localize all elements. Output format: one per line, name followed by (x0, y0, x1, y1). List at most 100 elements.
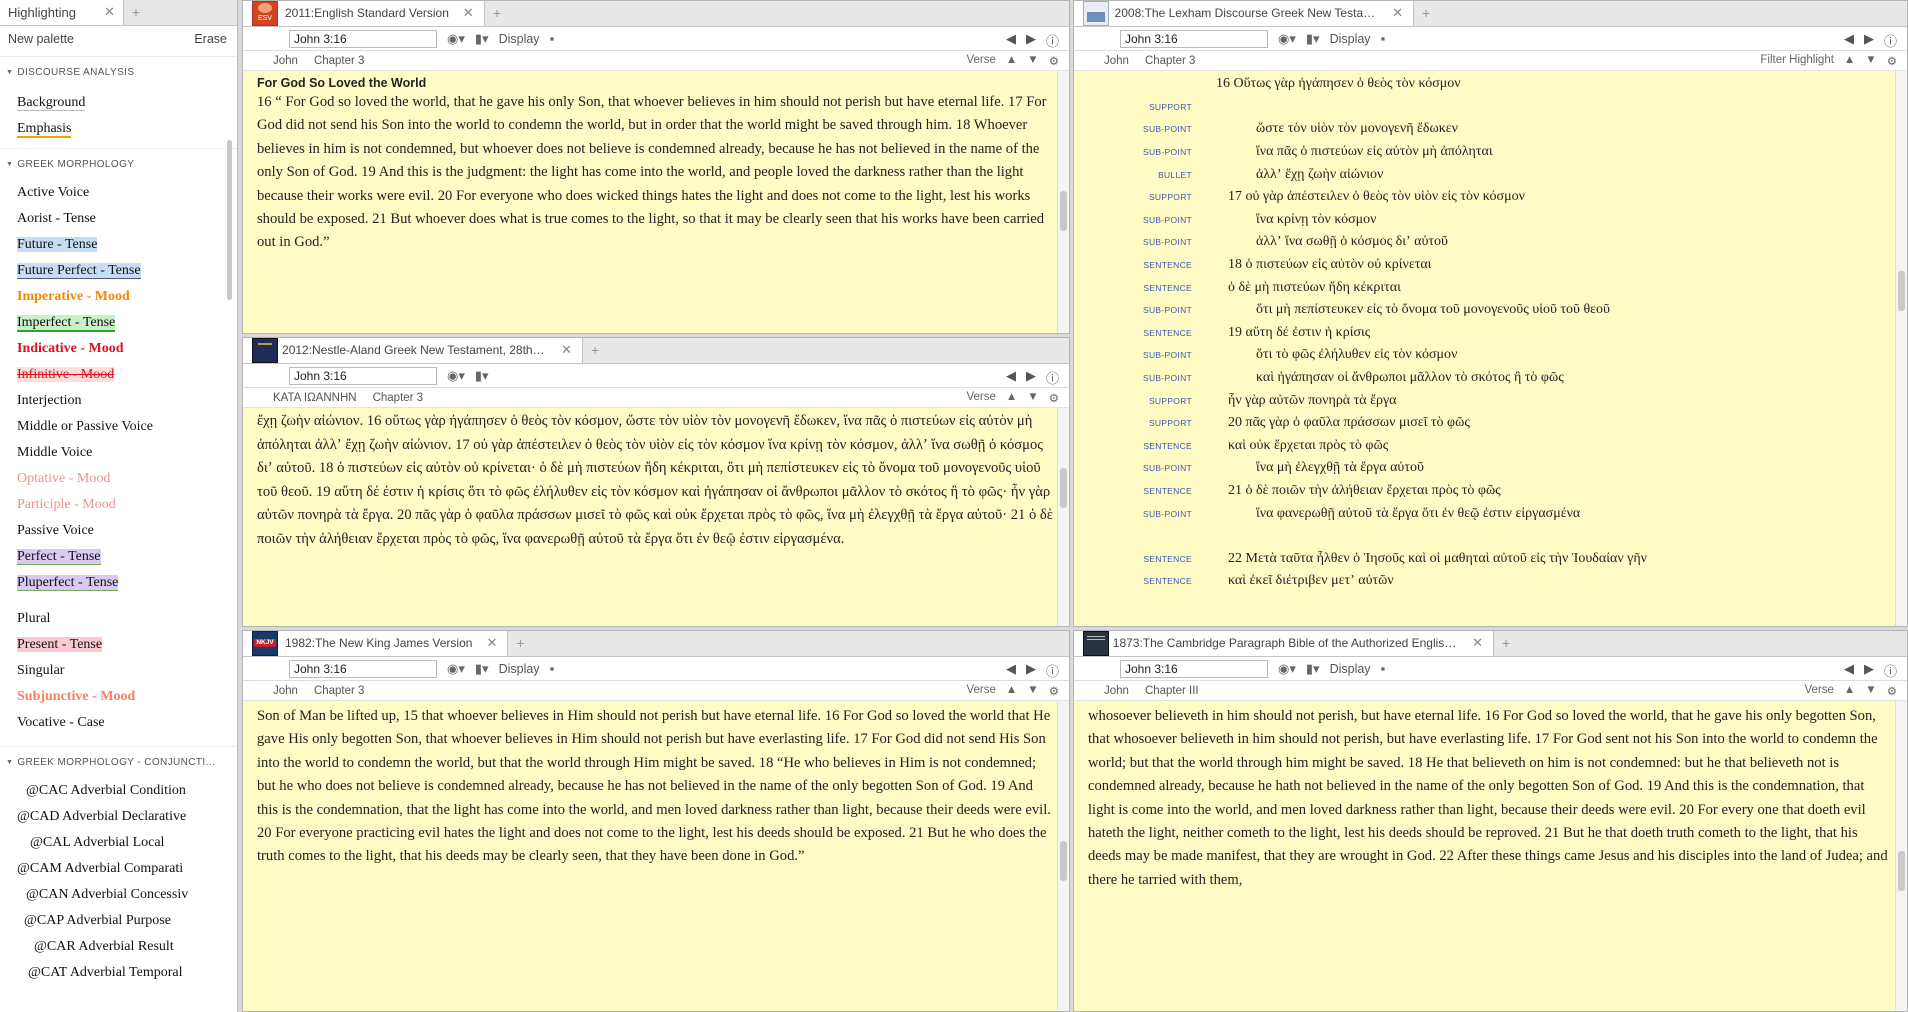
parallel-resources-icon[interactable]: ◉▾ (447, 31, 465, 47)
breadcrumb-book[interactable]: John (273, 55, 298, 67)
parallel-resources-icon[interactable]: ◉▾ (1278, 31, 1296, 47)
panel-menu-icon[interactable]: ▮▾ (475, 368, 489, 384)
discourse-row[interactable]: SENTENCE 21 ὁ δὲ ποιῶν τὴν ἀλήθειαν ἔρχετ… (1074, 480, 1907, 503)
breadcrumb-chapter[interactable]: Chapter 3 (373, 392, 424, 404)
panel-scrollbar[interactable] (1895, 701, 1907, 1011)
back-icon[interactable]: ◀ (1006, 661, 1016, 680)
reference-input[interactable] (1120, 29, 1268, 48)
back-icon[interactable]: ◀ (1844, 31, 1854, 50)
style-item[interactable]: Pluperfect - Tense (0, 570, 237, 596)
info-icon[interactable]: ⓘ (1046, 661, 1059, 680)
close-icon[interactable]: ✕ (486, 635, 497, 651)
style-item[interactable]: Subjunctive - Mood (0, 684, 237, 710)
tab-lexham[interactable]: 2008:The Lexham Discourse Greek New Test… (1074, 1, 1414, 26)
reference-input[interactable] (289, 29, 437, 48)
style-item[interactable]: @CAR Adverbial Result (0, 934, 237, 960)
tab-na28[interactable]: 2012:Nestle-Aland Greek New Testament, 2… (243, 338, 583, 363)
breadcrumb-chapter[interactable]: Chapter III (1145, 685, 1199, 697)
discourse-row[interactable]: 16 Οὕτως γὰρ ἠγάπησεν ὁ θεὸς τὸν κόσμον (1074, 73, 1907, 96)
display-button[interactable]: Display (1330, 32, 1371, 46)
add-tab-icon[interactable]: + (1414, 1, 1438, 26)
breadcrumb-book[interactable]: John (1104, 685, 1129, 697)
forward-icon[interactable]: ▶ (1864, 661, 1874, 680)
forward-icon[interactable]: ▶ (1026, 661, 1036, 680)
close-icon[interactable]: ✕ (104, 4, 115, 20)
forward-icon[interactable]: ▶ (1026, 31, 1036, 50)
new-palette-button[interactable]: New palette (8, 32, 74, 56)
close-icon[interactable]: ✕ (1392, 5, 1403, 21)
back-icon[interactable]: ◀ (1006, 368, 1016, 387)
info-icon[interactable]: ⓘ (1046, 368, 1059, 387)
reference-input[interactable] (289, 659, 437, 678)
verse-mode-select[interactable]: Verse (966, 684, 995, 698)
style-item[interactable]: Vocative - Case (0, 710, 237, 736)
discourse-row[interactable]: SENTENCE 18 ὁ πιστεύων εἰς αὐτὸν οὐ κρίνε… (1074, 254, 1907, 277)
panel-scrollbar[interactable] (1895, 71, 1907, 626)
bible-text[interactable]: whosoever believeth in him should not pe… (1074, 701, 1907, 1011)
breadcrumb-chapter[interactable]: Chapter 3 (1145, 55, 1196, 67)
style-item[interactable]: Plural (0, 606, 237, 632)
style-item[interactable]: Imperfect - Tense (0, 310, 237, 336)
erase-button[interactable]: Erase (194, 32, 227, 56)
back-icon[interactable]: ◀ (1006, 31, 1016, 50)
discourse-row[interactable]: SENTENCE 19 αὕτη δέ ἐστιν ἡ κρίσις (1074, 322, 1907, 345)
filter-highlight-select[interactable]: Filter Highlight (1760, 54, 1834, 68)
style-item[interactable]: Indicative - Mood (0, 336, 237, 362)
prev-verse-icon[interactable]: ▲ (1006, 54, 1017, 68)
next-verse-icon[interactable]: ▼ (1027, 684, 1038, 698)
settings-icon[interactable]: ⚙ (1049, 684, 1059, 698)
style-item[interactable]: Active Voice (0, 180, 237, 206)
discourse-row[interactable]: SUB-POINT ἵνα μὴ ἐλεγχθῇ τὰ ἔργα αὐτοῦ (1074, 457, 1907, 480)
section-discourse-analysis[interactable]: ▼ DISCOURSE ANALYSIS (0, 56, 237, 84)
discourse-row[interactable]: SUB-POINT ἵνα φανερωθῇ αὐτοῦ τὰ ἔργα ὅτι … (1074, 502, 1907, 525)
discourse-row[interactable]: SUPPORT 17 οὐ γὰρ ἀπέστειλεν ὁ θεὸς τὸν υ… (1074, 186, 1907, 209)
discourse-row[interactable]: SUB-POINT ἵνα πᾶς ὁ πιστεύων εἰς αὐτὸν μὴ… (1074, 141, 1907, 164)
panel-scrollbar[interactable] (1057, 71, 1069, 333)
next-verse-icon[interactable]: ▼ (1865, 684, 1876, 698)
next-verse-icon[interactable]: ▼ (1865, 54, 1876, 68)
add-tab-icon[interactable]: + (508, 631, 532, 656)
discourse-row[interactable]: BULLET ἀλλʼ ἔχῃ ζωὴν αἰώνιον (1074, 163, 1907, 186)
discourse-row[interactable]: SENTENCE 22 Μετὰ ταῦτα ἦλθεν ὁ Ἰησοῦς καὶ… (1074, 547, 1907, 570)
breadcrumb-chapter[interactable]: Chapter 3 (314, 685, 365, 697)
display-button[interactable]: Display (499, 32, 540, 46)
section-greek-morphology-conjunctions[interactable]: ▼ GREEK MORPHOLOGY - CONJUNCTI... (0, 746, 237, 774)
style-item[interactable]: @CAP Adverbial Purpose (0, 908, 237, 934)
style-item[interactable]: Emphasis (0, 116, 237, 142)
close-icon[interactable]: ✕ (561, 342, 572, 358)
reference-input[interactable] (1120, 659, 1268, 678)
verse-mode-select[interactable]: Verse (966, 391, 995, 405)
panel-menu-icon[interactable]: ▮▾ (1306, 661, 1320, 677)
breadcrumb-chapter[interactable]: Chapter 3 (314, 55, 365, 67)
style-item[interactable]: Middle Voice (0, 440, 237, 466)
style-item[interactable]: @CAN Adverbial Concessiv (0, 882, 237, 908)
style-item[interactable]: Optative - Mood (0, 466, 237, 492)
palette-list[interactable]: ▼ DISCOURSE ANALYSIS Background Emphasis … (0, 56, 237, 1012)
breadcrumb-book[interactable]: John (1104, 55, 1129, 67)
bible-text[interactable]: Son of Man be lifted up, 15 that whoever… (243, 701, 1069, 1011)
info-icon[interactable]: ⓘ (1884, 661, 1897, 680)
prev-verse-icon[interactable]: ▲ (1844, 684, 1855, 698)
display-button[interactable]: Display (499, 662, 540, 676)
forward-icon[interactable]: ▶ (1026, 368, 1036, 387)
style-item[interactable]: Imperative - Mood (0, 284, 237, 310)
verse-mode-select[interactable]: Verse (966, 54, 995, 68)
info-icon[interactable]: ⓘ (1884, 31, 1897, 50)
discourse-row[interactable] (1074, 525, 1907, 548)
info-icon[interactable]: ⓘ (1046, 31, 1059, 50)
settings-icon[interactable]: ⚙ (1049, 391, 1059, 405)
discourse-row[interactable]: SUPPORT ἦν γὰρ αὐτῶν πονηρὰ τὰ ἔργα (1074, 389, 1907, 412)
discourse-row[interactable]: SENTENCE ὁ δὲ μὴ πιστεύων ἤδη κέκριται (1074, 276, 1907, 299)
style-item[interactable]: @CAC Adverbial Condition (0, 778, 237, 804)
add-tab-icon[interactable]: + (124, 0, 148, 25)
panel-menu-icon[interactable]: ▮▾ (475, 31, 489, 47)
forward-icon[interactable]: ▶ (1864, 31, 1874, 50)
bible-text[interactable]: ἔχῃ ζωὴν αἰώνιον. 16 οὕτως γὰρ ἠγάπησεν … (243, 408, 1069, 626)
collapse-triangle-icon[interactable]: ▼ (6, 759, 13, 766)
notes-icon[interactable]: ▪ (1381, 31, 1386, 46)
discourse-row[interactable]: SENTENCE καὶ ἐκεῖ διέτριβεν μετʼ αὐτῶν (1074, 570, 1907, 593)
style-item[interactable]: Aorist - Tense (0, 206, 237, 232)
settings-icon[interactable]: ⚙ (1049, 54, 1059, 68)
tab-cambridge[interactable]: 1873:The Cambridge Paragraph Bible of th… (1074, 631, 1494, 656)
style-item[interactable]: Background (0, 90, 237, 116)
